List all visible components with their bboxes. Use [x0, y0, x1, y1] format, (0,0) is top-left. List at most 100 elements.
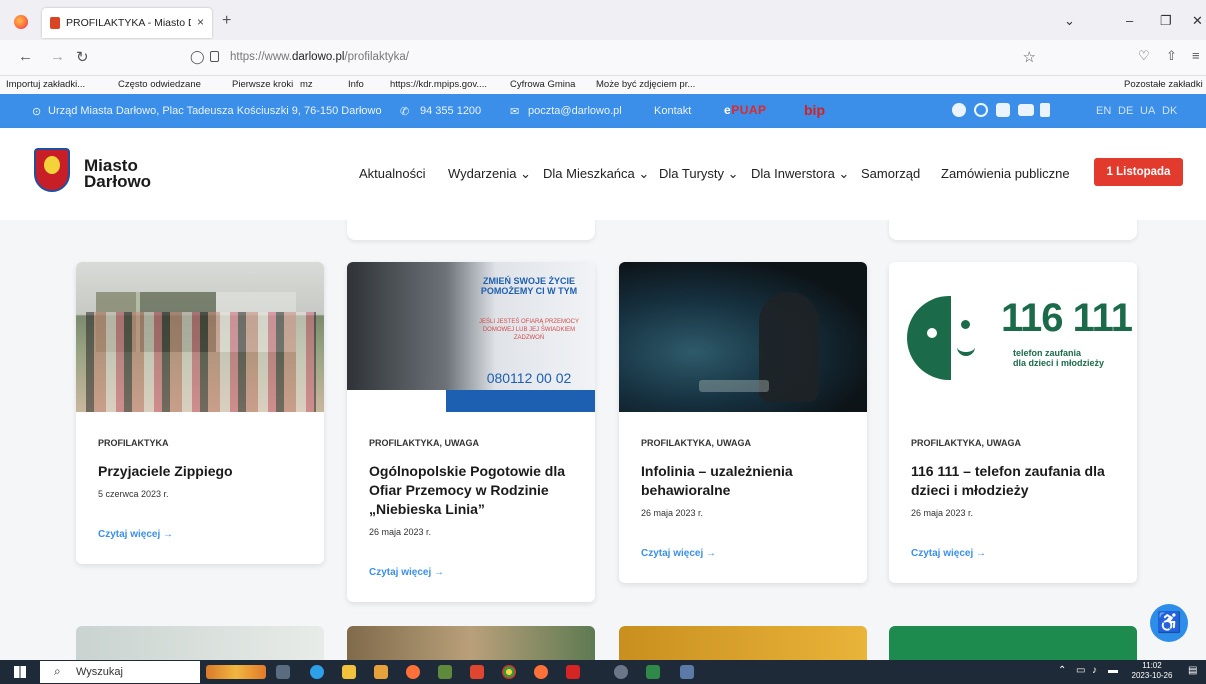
maximize-button[interactable]: ❐ [1160, 13, 1172, 29]
article-card-partial[interactable] [889, 626, 1137, 660]
location-icon: ⊙ [32, 106, 42, 118]
bookmark-item[interactable]: Pierwsze kroki [232, 79, 293, 90]
email-link[interactable]: poczta@darlowo.pl [528, 105, 622, 117]
firefox-taskbar-icon[interactable] [406, 665, 420, 679]
chrome-icon[interactable] [502, 665, 516, 679]
lang-dk[interactable]: DK [1162, 105, 1177, 117]
menu-dla-mieszkanca[interactable]: Dla Mieszkańca ⌄ [543, 166, 649, 182]
acrobat-icon[interactable] [566, 665, 580, 679]
url-bar[interactable]: ◯ https://www.darlowo.pl/profilaktyka/ ☆ [186, 45, 1046, 71]
menu-icon[interactable]: ≡ [1192, 48, 1200, 63]
app-icon[interactable] [438, 665, 452, 679]
listopada-button[interactable]: 1 Listopada [1094, 158, 1183, 186]
article-card[interactable]: PROFILAKTYKA Przyjaciele Zippiego 5 czer… [76, 262, 324, 564]
card-title[interactable]: 116 111 – telefon zaufania dla dzieci i … [911, 462, 1115, 500]
article-card-partial[interactable] [347, 626, 595, 660]
contact-link[interactable]: Kontakt [654, 105, 691, 117]
lang-ua[interactable]: UA [1140, 105, 1155, 117]
menu-dla-turysty[interactable]: Dla Turysty ⌄ [659, 166, 739, 182]
bookmark-item[interactable]: https://kdr.mpips.gov.... [390, 79, 487, 90]
article-poster-image[interactable]: ZMIEŃ SWOJE ŻYCIE POMOŻEMY CI W TYM JEŚL… [347, 262, 595, 412]
read-more-link[interactable]: Czytaj więcej → [369, 567, 573, 602]
bookmark-item[interactable]: Często odwiedzane [118, 79, 201, 90]
pocket-icon[interactable]: ♡ [1138, 48, 1150, 64]
bookmark-item[interactable]: Cyfrowa Gmina [510, 79, 575, 90]
read-more-link[interactable]: Czytaj więcej → [98, 529, 302, 564]
new-tab-button[interactable]: + [222, 12, 231, 30]
menu-dla-inwestora[interactable]: Dla Inwerstora ⌄ [751, 166, 849, 182]
notifications-icon[interactable]: ▤ [1188, 665, 1197, 676]
accessibility-button[interactable]: ♿ [1150, 604, 1188, 642]
card-date: 26 maja 2023 r. [369, 527, 432, 537]
navigation-bar: ← → ↻ ◯ https://www.darlowo.pl/profilakt… [0, 40, 1206, 76]
network-icon[interactable]: ▭ [1076, 665, 1085, 676]
tray-chevron-icon[interactable]: ⌃ [1058, 665, 1066, 676]
article-card-partial[interactable] [76, 626, 324, 660]
card-title[interactable]: Infolinia – uzależnienia behawioralne [641, 462, 845, 500]
volume-icon[interactable]: ♪ [1092, 665, 1097, 676]
close-window-button[interactable]: ✕ [1192, 13, 1203, 29]
bookmark-item[interactable]: Może być zdjęciem pr... [596, 79, 695, 90]
reload-button[interactable]: ↻ [76, 48, 89, 66]
phone-link[interactable]: 94 355 1200 [420, 105, 481, 117]
tab-list-chevron-icon[interactable]: ⌄ [1064, 13, 1075, 29]
card-title[interactable]: Ogólnopolskie Pogotowie dla Ofiar Przemo… [369, 462, 573, 519]
menu-wydarzenia[interactable]: Wydarzenia ⌄ [448, 166, 531, 182]
back-button[interactable]: ← [18, 48, 33, 65]
tab-close-icon[interactable]: × [197, 15, 204, 29]
folder-icon[interactable] [374, 665, 388, 679]
epuap-logo[interactable]: ePUAP [724, 103, 767, 117]
card-title[interactable]: Przyjaciele Zippiego [98, 462, 302, 481]
bookmark-item[interactable]: Importuj zakładki... [6, 79, 85, 90]
url-text[interactable]: https://www.darlowo.pl/profilaktyka/ [230, 51, 409, 63]
share-icon[interactable]: ⇧ [1166, 48, 1177, 64]
clock[interactable]: 11:02 2023-10-26 [1130, 661, 1174, 681]
article-card[interactable]: ZMIEŃ SWOJE ŻYCIE POMOŻEMY CI W TYM JEŚL… [347, 262, 595, 602]
article-photo-dark[interactable] [619, 262, 867, 412]
bookmark-folder[interactable]: Pozostałe zakładki [1124, 79, 1203, 90]
coat-of-arms-logo[interactable] [34, 148, 70, 192]
helpline-logo-image[interactable]: 116 111 telefon zaufania dla dzieci i mł… [889, 262, 1137, 412]
instagram-icon[interactable] [974, 103, 988, 117]
taskbar-search[interactable]: ⌕ Wyszukaj [40, 661, 200, 683]
read-more-link[interactable]: Czytaj więcej → [911, 548, 1115, 583]
task-view-icon[interactable] [276, 665, 290, 679]
bookmark-item[interactable]: mz [300, 79, 313, 90]
article-card[interactable]: PROFILAKTYKA, UWAGA Infolinia – uzależni… [619, 262, 867, 583]
menu-aktualnosci[interactable]: Aktualności [359, 166, 425, 181]
menu-zamowienia[interactable]: Zamówienia publiczne [941, 166, 1070, 181]
file-explorer-icon[interactable] [342, 665, 356, 679]
card-date: 26 maja 2023 r. [911, 508, 974, 518]
excel-icon[interactable] [646, 665, 660, 679]
tracking-shield-icon[interactable]: ◯ [190, 49, 205, 65]
app-icon[interactable] [614, 665, 628, 679]
facebook-icon[interactable] [952, 103, 966, 117]
twitter-icon[interactable] [996, 103, 1010, 117]
clock-date: 2023-10-26 [1131, 671, 1173, 680]
bookmark-star-icon[interactable]: ☆ [1023, 48, 1036, 66]
site-logo-text[interactable]: Miasto Darłowo [84, 157, 151, 190]
minimize-button[interactable]: – [1126, 13, 1133, 28]
article-card-partial[interactable] [619, 626, 867, 660]
bip-logo[interactable]: bip [804, 102, 825, 118]
keyboard-icon[interactable]: ▬ [1108, 665, 1118, 676]
bookmark-item[interactable]: Info [348, 79, 364, 90]
youtube-icon[interactable] [1018, 104, 1034, 116]
read-more-link[interactable]: Czytaj więcej → [641, 548, 845, 583]
browser-tab[interactable]: PROFILAKTYKA - Miasto Darłowo × [42, 8, 212, 38]
article-photo-group[interactable] [76, 262, 324, 412]
weather-widget-icon[interactable] [206, 665, 266, 679]
tiktok-icon[interactable] [1040, 103, 1050, 117]
lock-icon[interactable] [210, 51, 219, 62]
app-icon[interactable] [680, 665, 694, 679]
article-card[interactable]: 116 111 telefon zaufania dla dzieci i mł… [889, 262, 1137, 583]
app-icon[interactable] [470, 665, 484, 679]
windows-start-icon[interactable] [14, 666, 26, 678]
card-date: 5 czerwca 2023 r. [98, 489, 169, 499]
lang-de[interactable]: DE [1118, 105, 1133, 117]
edge-icon[interactable] [310, 665, 324, 679]
forward-button[interactable]: → [50, 48, 65, 65]
lang-en[interactable]: EN [1096, 105, 1111, 117]
firefox-taskbar-icon[interactable] [534, 665, 548, 679]
menu-samorzad[interactable]: Samorząd [861, 166, 920, 181]
